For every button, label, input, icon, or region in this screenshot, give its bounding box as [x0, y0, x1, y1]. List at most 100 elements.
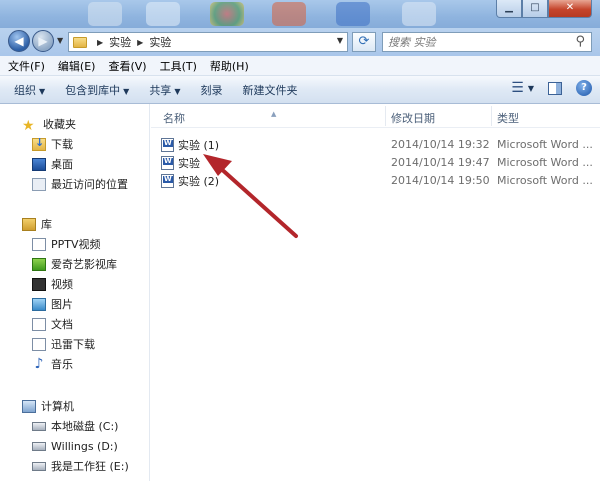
navigation-pane[interactable]: ★ 收藏夹 下载 桌面 最近访问的位置 库 PPTV: [0, 104, 150, 481]
file-list[interactable]: ▲ 名称 修改日期 类型 实验 (1) 2014/10/14 19:32 Mic…: [151, 104, 600, 481]
recent-places-icon: [32, 177, 46, 191]
nav-item-downloads[interactable]: 下载: [0, 134, 150, 154]
search-icon[interactable]: ⚲: [575, 34, 585, 49]
breadcrumb-chevron-icon[interactable]: ▶: [137, 38, 143, 47]
file-date: 2014/10/14 19:50: [391, 174, 490, 187]
music-icon: ♪: [34, 355, 44, 372]
breadcrumb-chevron-icon[interactable]: ▶: [97, 38, 103, 47]
nav-item-pictures[interactable]: 图片: [0, 294, 150, 314]
share-label: 共享: [149, 83, 172, 97]
column-header-row: ▲ 名称 修改日期 类型: [151, 104, 600, 128]
help-icon[interactable]: ?: [576, 80, 592, 96]
nav-label: 图片: [51, 298, 73, 311]
nav-label: 最近访问的位置: [51, 178, 128, 191]
minimize-button[interactable]: ▁: [496, 0, 522, 18]
download-folder-icon: [32, 136, 46, 151]
blurred-taskbar-icon: [272, 2, 306, 26]
favorites-group: ★ 收藏夹 下载 桌面 最近访问的位置: [0, 114, 150, 194]
menu-help[interactable]: 帮助(H): [210, 58, 249, 74]
file-type: Microsoft Word ...: [497, 138, 593, 151]
window-controls: ▁ □ ✕: [496, 0, 592, 18]
nav-item-desktop[interactable]: 桌面: [0, 154, 150, 174]
blurred-taskbar-icon: [146, 2, 180, 26]
file-row[interactable]: 实验 (2) 2014/10/14 19:50 Microsoft Word .…: [161, 171, 600, 190]
nav-libraries[interactable]: 库: [0, 214, 150, 234]
chevron-down-icon[interactable]: ▼: [528, 84, 534, 93]
breadcrumb-item[interactable]: 实验: [109, 34, 131, 50]
title-bar: ▁ □ ✕: [0, 0, 600, 28]
share-button[interactable]: 共享 ▼: [149, 82, 180, 98]
nav-item-drive-c[interactable]: 本地磁盘 (C:): [0, 416, 150, 436]
nav-label: 迅雷下载: [51, 338, 95, 351]
menu-file[interactable]: 文件(F): [8, 58, 45, 74]
folder-icon: [73, 36, 87, 48]
menu-tools[interactable]: 工具(T): [160, 58, 197, 74]
column-divider[interactable]: [385, 106, 386, 126]
word-document-icon: [161, 155, 174, 170]
document-library-icon: [32, 317, 46, 331]
organize-button[interactable]: 组织 ▼: [14, 82, 45, 98]
column-header-type[interactable]: 类型: [497, 110, 519, 126]
address-dropdown-icon[interactable]: ▼: [337, 36, 343, 45]
nav-label: 下载: [51, 138, 73, 151]
nav-label: 计算机: [41, 400, 74, 413]
close-button[interactable]: ✕: [548, 0, 592, 18]
menu-edit[interactable]: 编辑(E): [58, 58, 96, 74]
file-row[interactable]: 实验 2014/10/14 19:47 Microsoft Word ...: [161, 153, 600, 172]
nav-item-videos[interactable]: 视频: [0, 274, 150, 294]
maximize-button[interactable]: □: [522, 0, 548, 18]
breadcrumb-item[interactable]: 实验: [149, 34, 171, 50]
include-library-button[interactable]: 包含到库中 ▼: [65, 82, 129, 98]
nav-label: 收藏夹: [43, 118, 76, 131]
library-icon: [22, 217, 36, 231]
iqiyi-library-icon: [32, 257, 46, 271]
column-header-date[interactable]: 修改日期: [391, 110, 435, 126]
include-library-label: 包含到库中: [65, 83, 121, 97]
nav-item-iqiyi[interactable]: 爱奇艺影视库: [0, 254, 150, 274]
refresh-button[interactable]: ⟳: [352, 32, 376, 52]
word-document-icon: [161, 173, 174, 188]
file-date: 2014/10/14 19:47: [391, 156, 490, 169]
preview-pane-icon[interactable]: [548, 81, 562, 95]
address-bar[interactable]: ▶ 实验 ▶ 实验 ▼: [68, 32, 348, 52]
back-button[interactable]: ◀: [8, 30, 30, 52]
explorer-content: ★ 收藏夹 下载 桌面 最近访问的位置 库 PPTV: [0, 104, 600, 481]
blurred-taskbar-icon: [402, 2, 436, 26]
nav-item-drive-d[interactable]: Willings (D:): [0, 436, 150, 456]
menu-bar: 文件(F) 编辑(E) 查看(V) 工具(T) 帮助(H): [0, 56, 600, 76]
nav-item-thunder[interactable]: 迅雷下载: [0, 334, 150, 354]
file-row[interactable]: 实验 (1) 2014/10/14 19:32 Microsoft Word .…: [161, 135, 600, 154]
view-controls: ☰ ▼ ?: [511, 80, 592, 96]
menu-view[interactable]: 查看(V): [108, 58, 146, 74]
picture-library-icon: [32, 297, 46, 311]
nav-item-drive-e[interactable]: 我是工作狂 (E:): [0, 456, 150, 476]
nav-label: Willings (D:): [51, 439, 118, 453]
forward-button[interactable]: ▶: [32, 30, 54, 52]
search-box[interactable]: ⚲: [382, 32, 592, 52]
chevron-down-icon: ▼: [174, 86, 181, 96]
nav-item-music[interactable]: ♪ 音乐: [0, 354, 150, 374]
column-divider[interactable]: [491, 106, 492, 126]
word-document-icon: [161, 137, 174, 152]
nav-item-recent[interactable]: 最近访问的位置: [0, 174, 150, 194]
address-row: ◀ ▶ ▼ ▶ 实验 ▶ 实验 ▼ ⟳ ⚲: [0, 28, 600, 56]
history-dropdown-icon[interactable]: ▼: [57, 36, 63, 45]
file-type: Microsoft Word ...: [497, 156, 593, 169]
nav-computer[interactable]: 计算机: [0, 396, 150, 416]
view-options-icon[interactable]: ☰: [511, 80, 524, 96]
star-icon: ★: [22, 117, 35, 134]
file-name: 实验 (1): [178, 138, 220, 152]
hard-drive-icon: [32, 441, 46, 451]
nav-item-documents[interactable]: 文档: [0, 314, 150, 334]
search-input[interactable]: [383, 33, 563, 51]
blurred-taskbar-icon: [210, 2, 244, 26]
chevron-down-icon: ▼: [123, 86, 130, 96]
nav-item-pptv[interactable]: PPTV视频: [0, 234, 150, 254]
nav-favorites[interactable]: ★ 收藏夹: [0, 114, 150, 134]
sort-ascending-icon: ▲: [271, 110, 277, 118]
column-header-name[interactable]: 名称: [163, 110, 185, 126]
computer-group: 计算机 本地磁盘 (C:) Willings (D:) 我是工作狂 (E:): [0, 396, 150, 476]
new-folder-button[interactable]: 新建文件夹: [242, 82, 297, 98]
nav-label: 视频: [51, 278, 73, 291]
burn-button[interactable]: 刻录: [200, 82, 222, 98]
